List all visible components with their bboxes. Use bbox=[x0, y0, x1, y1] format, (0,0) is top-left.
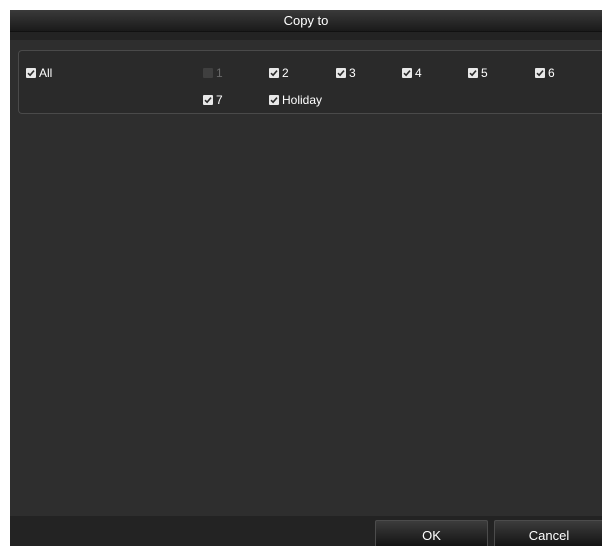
checkbox-checked-icon bbox=[535, 68, 545, 78]
checkbox-checked-icon bbox=[269, 68, 279, 78]
checkbox-ch4[interactable]: 4 bbox=[402, 65, 422, 81]
checkbox-label: 6 bbox=[548, 66, 555, 80]
checkbox-ch3[interactable]: 3 bbox=[336, 65, 356, 81]
day-selection-panel: All 1 2 3 4 5 6 7 Holiday bbox=[18, 50, 602, 114]
checkbox-ch2[interactable]: 2 bbox=[269, 65, 289, 81]
dialog-title: Copy to bbox=[283, 13, 329, 28]
checkbox-ch5[interactable]: 5 bbox=[468, 65, 488, 81]
checkbox-checked-icon bbox=[26, 68, 36, 78]
checkbox-checked-icon bbox=[203, 95, 213, 105]
dialog-footer: OK Cancel bbox=[10, 516, 602, 546]
checkbox-label: All bbox=[39, 66, 53, 80]
copy-to-dialog: Copy to All 1 2 3 4 5 6 7 Holiday OK Can… bbox=[10, 10, 602, 546]
checkbox-label: 5 bbox=[481, 66, 488, 80]
checkbox-holiday[interactable]: Holiday bbox=[269, 92, 322, 108]
checkbox-label: 1 bbox=[216, 66, 223, 80]
checkbox-label: 3 bbox=[349, 66, 356, 80]
checkbox-all[interactable]: All bbox=[26, 65, 52, 81]
ok-button[interactable]: OK bbox=[375, 520, 488, 546]
checkbox-unchecked-icon bbox=[203, 68, 213, 78]
checkbox-label: 7 bbox=[216, 93, 223, 107]
titlebar-divider bbox=[10, 32, 602, 40]
dialog-titlebar: Copy to bbox=[10, 10, 602, 32]
checkbox-checked-icon bbox=[336, 68, 346, 78]
checkbox-label: Holiday bbox=[282, 93, 323, 107]
checkbox-label: 4 bbox=[415, 66, 422, 80]
checkbox-label: 2 bbox=[282, 66, 289, 80]
cancel-button[interactable]: Cancel bbox=[494, 520, 602, 546]
checkbox-checked-icon bbox=[468, 68, 478, 78]
checkbox-ch1[interactable]: 1 bbox=[203, 65, 223, 81]
checkbox-checked-icon bbox=[269, 95, 279, 105]
checkbox-ch6[interactable]: 6 bbox=[535, 65, 555, 81]
checkbox-checked-icon bbox=[402, 68, 412, 78]
checkbox-ch7[interactable]: 7 bbox=[203, 92, 223, 108]
